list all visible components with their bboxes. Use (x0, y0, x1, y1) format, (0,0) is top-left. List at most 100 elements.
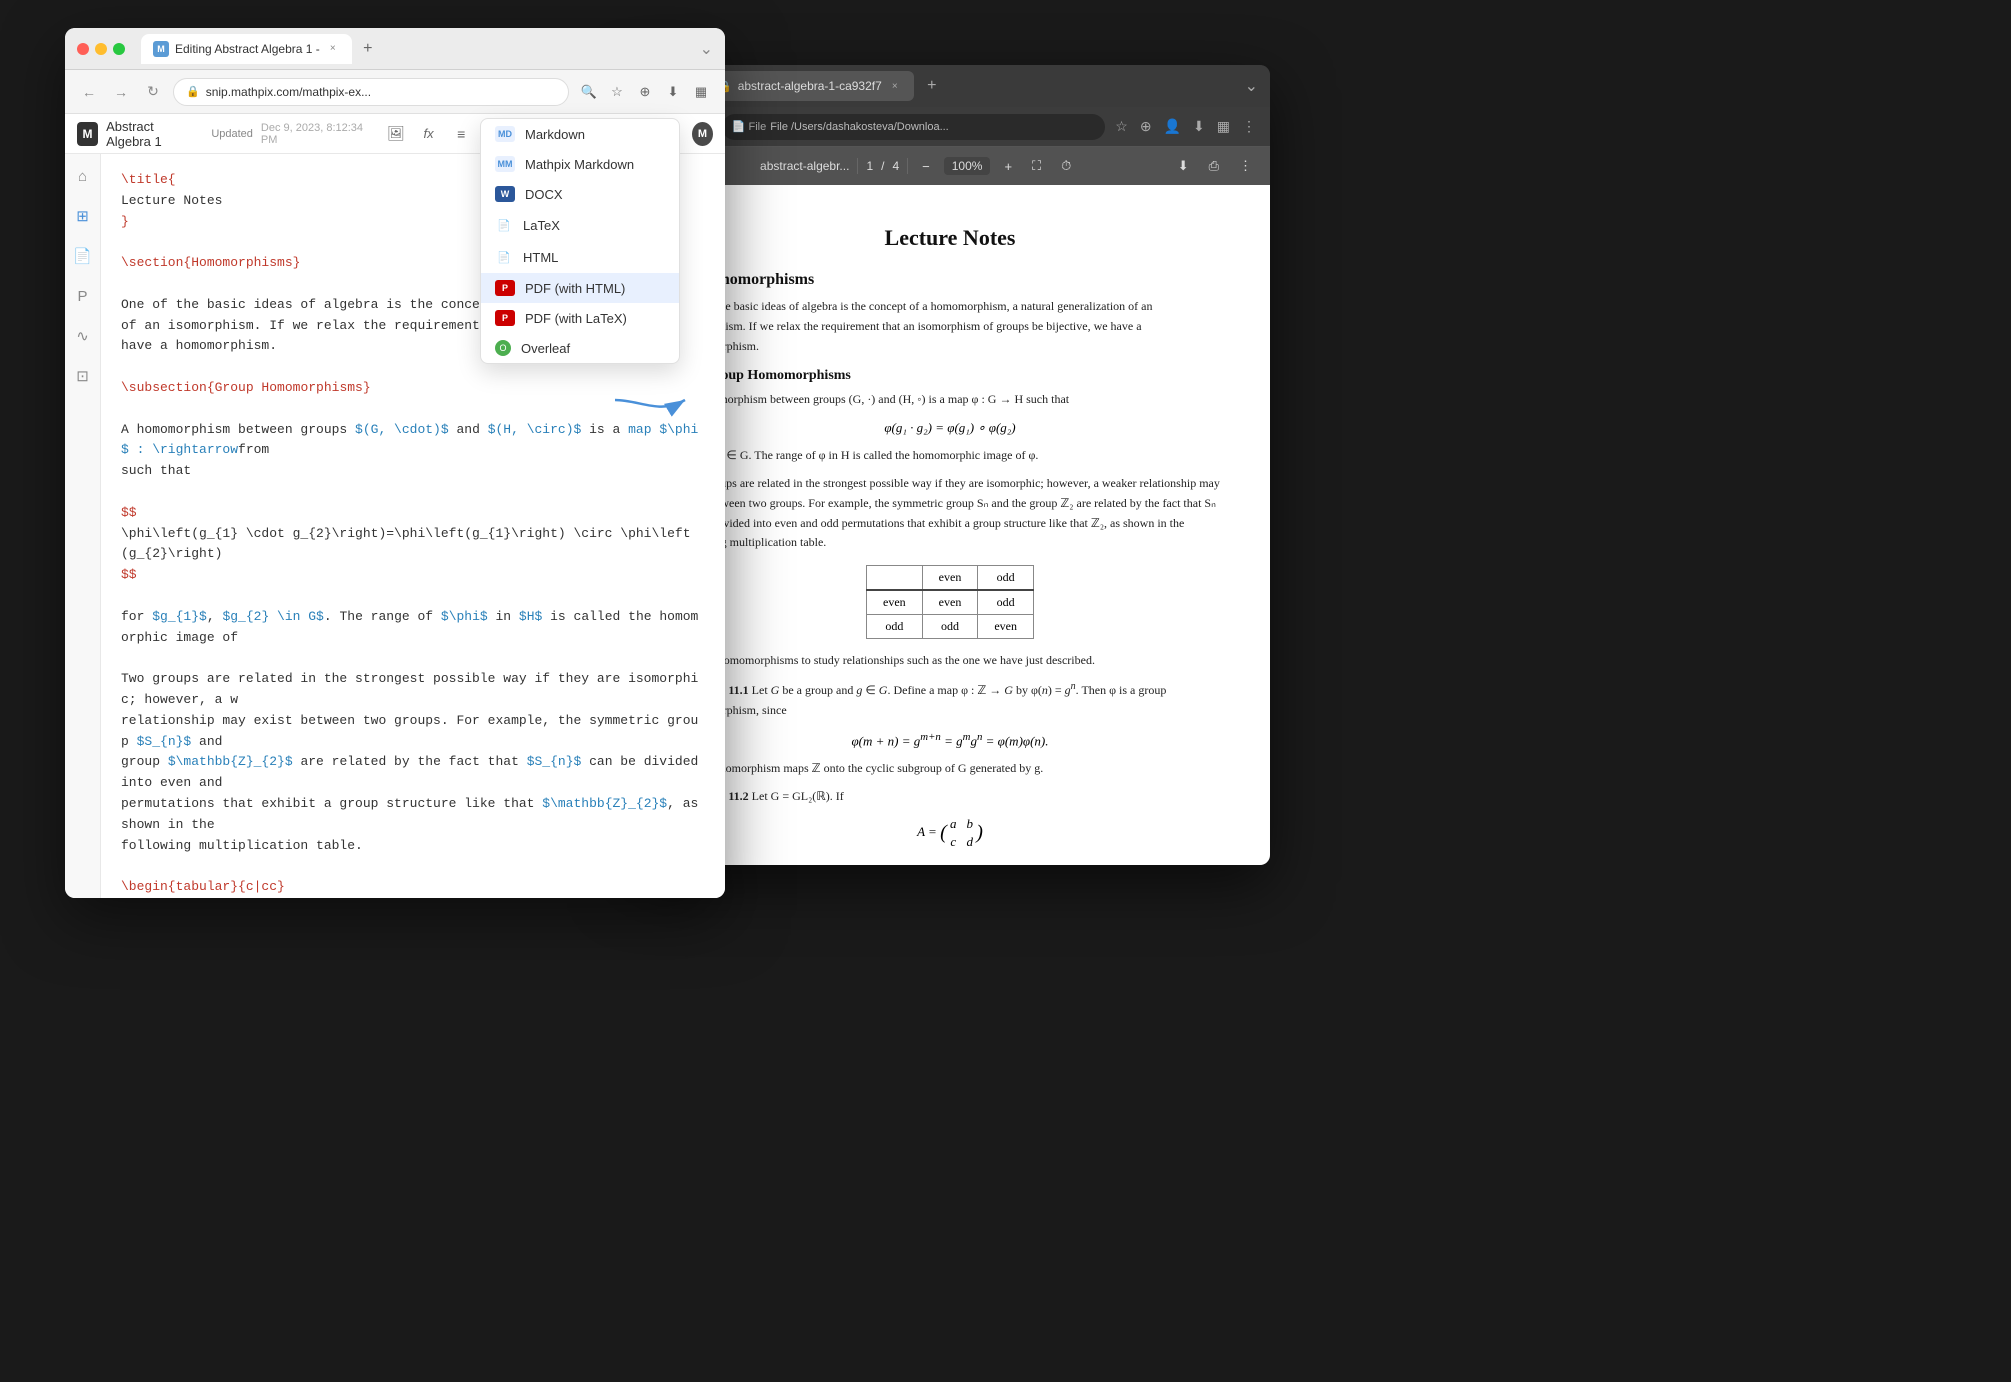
pdf-html-icon: P (495, 280, 515, 296)
reload-button-left[interactable]: ↻ (141, 80, 165, 104)
more-icon-right[interactable]: ⋮ (1238, 116, 1260, 137)
format-action-button[interactable]: ≡ (449, 120, 474, 148)
html-icon: 📄 (495, 248, 513, 266)
minimize-window-button[interactable] (95, 43, 107, 55)
table-cell-empty (867, 566, 923, 591)
url-text-right: File /Users/dashakosteva/Downloa... (770, 121, 949, 133)
document-title: Abstract Algebra 1 (106, 119, 199, 149)
pdf-more-button[interactable]: ⋮ (1233, 156, 1258, 176)
document-status: Updated (211, 128, 253, 140)
bookmark-icon[interactable]: ☆ (605, 80, 629, 104)
forward-button-left[interactable]: → (109, 80, 133, 104)
dropdown-chevron[interactable]: ⌄ (700, 39, 713, 59)
pdf-para-2: A homomorphism between groups (G, ·) and… (680, 390, 1220, 410)
dropdown-label-html: HTML (523, 250, 558, 265)
dropdown-item-pdf-latex[interactable]: P PDF (with LaTeX) (481, 303, 679, 333)
url-text-left: snip.mathpix.com/mathpix-ex... (206, 85, 371, 99)
table-row-label-even: even (867, 590, 923, 615)
sidebar-pdf-icon[interactable]: P (69, 282, 97, 310)
dropdown-item-pdf-html[interactable]: P PDF (with HTML) (481, 273, 679, 303)
pdf-toolbar: ☰ abstract-algebr... 1 / 4 − 100% + ⛶ ⏱ … (630, 147, 1270, 185)
extension-icon-right[interactable]: ⊕ (1136, 116, 1156, 137)
pdf-latex-icon: P (495, 310, 515, 326)
dropdown-label-pdf-html: PDF (with HTML) (525, 281, 625, 296)
user-icon-right[interactable]: 👤 (1160, 116, 1185, 137)
download-icon[interactable]: ⬇ (661, 80, 685, 104)
url-field-right[interactable]: 📄 File File /Users/dashakosteva/Downloa.… (722, 114, 1106, 140)
code-line-20: for $g_{1}$, $g_{2} \in G$. The range of… (121, 607, 705, 649)
extension-icon[interactable]: ⊕ (633, 80, 657, 104)
pdf-content-area: Lecture Notes 1. Homomorphisms One of th… (630, 185, 1270, 865)
pdf-para-3: for g₁, g₂ ∈ G. The range of φ in H is c… (680, 446, 1220, 466)
sidebar-toggle-icon[interactable]: ▦ (689, 80, 713, 104)
zoom-in-button[interactable]: + (998, 157, 1018, 176)
dropdown-item-markdown[interactable]: MD Markdown (481, 119, 679, 149)
app-logo: M (77, 122, 98, 146)
dropdown-item-docx[interactable]: W DOCX (481, 179, 679, 209)
code-line-28: \begin{tabular}{c|cc} (121, 877, 705, 898)
fit-page-button[interactable]: ⛶ (1026, 156, 1047, 176)
table-row-odd: odd odd even (867, 615, 1034, 639)
pdf-print-button[interactable]: ⎙ (1203, 156, 1225, 176)
new-tab-button-left[interactable]: + (356, 37, 380, 61)
dropdown-label-mathpix-markdown: Mathpix Markdown (525, 157, 634, 172)
download-icon-right[interactable]: ⬇ (1189, 116, 1209, 137)
pdf-page-current: 1 (866, 159, 873, 173)
dropdown-item-overleaf[interactable]: O Overleaf (481, 333, 679, 363)
zoom-out-button[interactable]: − (916, 157, 936, 176)
pdf-math-3: A = ( ab cd ) (680, 816, 1220, 850)
dropdown-label-overleaf: Overleaf (521, 341, 570, 356)
pdf-multiplication-table: even odd even even odd odd odd even (680, 565, 1220, 639)
dropdown-chevron-right[interactable]: ⌄ (1245, 76, 1258, 96)
pdf-filename: abstract-algebr... (760, 159, 849, 173)
close-window-button[interactable] (77, 43, 89, 55)
sidebar-icon-right[interactable]: ▦ (1213, 116, 1234, 137)
pdf-para-4: Two groups are related in the strongest … (680, 474, 1220, 553)
tab-title-right: abstract-algebra-1-ca932f7 (738, 79, 882, 93)
dropdown-item-html[interactable]: 📄 HTML (481, 241, 679, 273)
code-line-21 (121, 648, 705, 669)
editor-sidebar: ⌂ ⊞ 📄 P ∿ ⊡ (65, 154, 101, 898)
sidebar-doc-icon[interactable]: 📄 (69, 242, 97, 270)
bookmark-icon-right[interactable]: ☆ (1111, 116, 1132, 137)
user-avatar[interactable]: M (692, 122, 713, 146)
docx-icon: W (495, 186, 515, 202)
sidebar-files-icon[interactable]: ⊞ (69, 202, 97, 230)
maximize-window-button[interactable] (113, 43, 125, 55)
new-tab-button-right[interactable]: + (920, 74, 944, 98)
tab-close-left[interactable]: × (326, 42, 340, 56)
dropdown-label-latex: LaTeX (523, 218, 560, 233)
tab-title-left: Editing Abstract Algebra 1 - (175, 42, 320, 56)
dropdown-item-mathpix-markdown[interactable]: MM Mathpix Markdown (481, 149, 679, 179)
sidebar-settings-icon[interactable]: ⊡ (69, 362, 97, 390)
sidebar-graph-icon[interactable]: ∿ (69, 322, 97, 350)
pdf-para-1: One of the basic ideas of algebra is the… (680, 297, 1220, 356)
tab-close-right[interactable]: × (888, 79, 902, 93)
sidebar-home-icon[interactable]: ⌂ (69, 162, 97, 190)
code-line-15 (121, 482, 705, 503)
pdf-table: even odd even even odd odd odd even (866, 565, 1034, 639)
table-row-even: even even odd (867, 590, 1034, 615)
search-icon[interactable]: 🔍 (577, 80, 601, 104)
file-icon-right: 📄 File (732, 120, 766, 133)
traffic-lights-left (77, 43, 125, 55)
title-bar-right: 🔒 abstract-algebra-1-ca932f7 × + ⌄ (630, 65, 1270, 107)
fx-action-button[interactable]: fx (416, 120, 441, 148)
dropdown-item-latex[interactable]: 📄 LaTeX (481, 209, 679, 241)
overleaf-icon: O (495, 340, 511, 356)
address-bar-left: ← → ↻ 🔒 snip.mathpix.com/mathpix-ex... 🔍… (65, 70, 725, 114)
pdf-doc-title: Lecture Notes (680, 225, 1220, 251)
active-tab-left[interactable]: M Editing Abstract Algebra 1 - × (141, 34, 352, 64)
pdf-math-2: φ(m + n) = gm+n = gmgn = φ(m)φ(n). (680, 731, 1220, 749)
history-button[interactable]: ⏱ (1055, 156, 1077, 176)
dropdown-label-docx: DOCX (525, 187, 563, 202)
back-button-left[interactable]: ← (77, 80, 101, 104)
pdf-download-button[interactable]: ⬇ (1172, 156, 1195, 176)
title-bar-left: M Editing Abstract Algebra 1 - × + ⌄ (65, 28, 725, 70)
active-tab-right[interactable]: 🔒 abstract-algebra-1-ca932f7 × (706, 71, 914, 101)
url-field-left[interactable]: 🔒 snip.mathpix.com/mathpix-ex... (173, 78, 569, 106)
pdf-math-1: φ(g₁ · g₂) = φ(g₁) ∘ φ(g₂) (680, 420, 1220, 436)
address-bar-right: ← → ↻ 📄 File File /Users/dashakosteva/Do… (630, 107, 1270, 147)
image-action-button[interactable]: 🖼 (384, 120, 409, 148)
code-line-17: \phi\left(g_{1} \cdot g_{2}\right)=\phi\… (121, 524, 705, 566)
